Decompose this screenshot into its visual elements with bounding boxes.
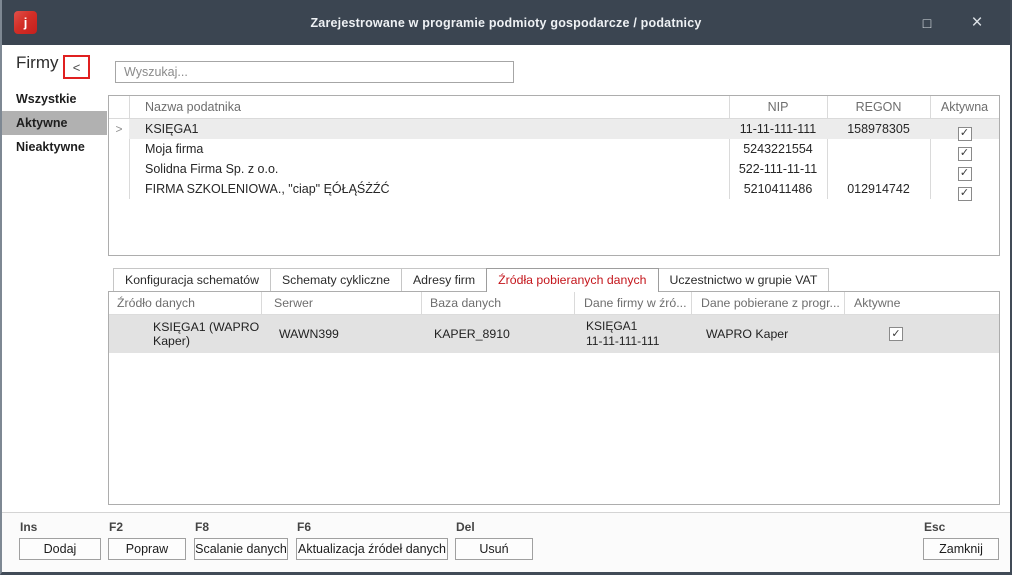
search-input[interactable] <box>115 61 514 83</box>
column-header-aktywne[interactable]: Aktywne <box>844 292 999 314</box>
cell-program: WAPRO Kaper <box>691 315 844 353</box>
app-window: j Zarejestrowane w programie podmioty go… <box>0 0 1012 575</box>
cell-company: KSIĘGA1 11-11-111-111 <box>574 315 691 353</box>
shortcut-label: Esc <box>924 520 999 534</box>
cell-database: KAPER_8910 <box>421 315 574 353</box>
zamknij-button[interactable]: Zamknij <box>923 538 999 560</box>
cell-aktywna: ✓ <box>930 179 999 199</box>
footer-group-zamknij: Esc Zamknij <box>923 520 999 560</box>
data-sources-table: Źródło danych Serwer Baza danych Dane fi… <box>108 291 1000 505</box>
cell-regon <box>827 159 930 179</box>
active-checkbox[interactable]: ✓ <box>889 327 903 341</box>
footer-group-scalanie: F8 Scalanie danych <box>194 520 288 560</box>
sidebar-item-wszystkie[interactable]: Wszystkie <box>0 87 107 111</box>
cell-name: FIRMA SZKOLENIOWA., "ciap" ĘÓŁĄŚŻŹĆ <box>129 179 729 199</box>
cell-nip: 5243221554 <box>729 139 827 159</box>
close-icon: × <box>971 12 982 34</box>
footer-group-dodaj: Ins Dodaj <box>19 520 101 560</box>
cell-regon: 158978305 <box>827 119 930 139</box>
column-header-aktywna[interactable]: Aktywna <box>930 96 999 118</box>
table-row[interactable]: KSIĘGA1 11-11-111-111 158978305 ✓ <box>129 119 999 139</box>
tab-schematy-cykliczne[interactable]: Schematy cykliczne <box>270 268 402 291</box>
column-header-dane-pobierane[interactable]: Dane pobierane z progr... <box>691 292 844 314</box>
tab-uczestnictwo-w-grupie-vat[interactable]: Uczestnictwo w grupie VAT <box>658 268 830 291</box>
popraw-button[interactable]: Popraw <box>108 538 186 560</box>
aktualizacja-zrodel-button[interactable]: Aktualizacja źródeł danych <box>296 538 448 560</box>
shortcut-label: Del <box>456 520 533 534</box>
table-row[interactable]: KSIĘGA1 (WAPRO Kaper) WAWN399 KAPER_8910… <box>109 315 999 353</box>
footer-group-aktualizacja: F6 Aktualizacja źródeł danych <box>296 520 448 560</box>
table-row[interactable]: Solidna Firma Sp. z o.o. 522-111-11-11 ✓ <box>129 159 999 179</box>
cell-regon <box>827 139 930 159</box>
titlebar: j Zarejestrowane w programie podmioty go… <box>0 0 1012 45</box>
cell-server: WAWN399 <box>261 315 421 353</box>
table-row[interactable]: Moja firma 5243221554 ✓ <box>129 139 999 159</box>
cell-name: Solidna Firma Sp. z o.o. <box>129 159 729 179</box>
footer-group-popraw: F2 Popraw <box>108 520 186 560</box>
shortcut-label: F2 <box>109 520 186 534</box>
tab-adresy-firm[interactable]: Adresy firm <box>401 268 487 291</box>
shortcut-label: Ins <box>20 520 101 534</box>
column-header-zrodlo-danych[interactable]: Źródło danych <box>109 292 261 314</box>
cell-source: KSIĘGA1 (WAPRO Kaper) <box>109 315 261 353</box>
cell-company-name: KSIĘGA1 <box>586 319 659 334</box>
window-controls: □ × <box>902 0 1002 45</box>
window-title: Zarejestrowane w programie podmioty gosp… <box>0 0 1012 45</box>
column-header-baza-danych[interactable]: Baza danych <box>421 292 574 314</box>
cell-company-nip: 11-11-111-111 <box>586 334 659 349</box>
shortcut-label: F8 <box>195 520 288 534</box>
tab-konfiguracja-schematow[interactable]: Konfiguracja schematów <box>113 268 271 291</box>
close-button[interactable]: × <box>952 0 1002 45</box>
maximize-button[interactable]: □ <box>902 0 952 45</box>
sidebar-item-nieaktywne[interactable]: Nieaktywne <box>0 135 107 159</box>
selected-row-indicator: > <box>109 119 129 139</box>
dodaj-button[interactable]: Dodaj <box>19 538 101 560</box>
maximize-icon: □ <box>923 15 931 31</box>
cell-aktywna: ✓ <box>930 159 999 179</box>
sidebar-item-aktywne[interactable]: Aktywne <box>0 111 107 135</box>
table-row[interactable]: FIRMA SZKOLENIOWA., "ciap" ĘÓŁĄŚŻŹĆ 5210… <box>129 179 999 199</box>
footer-group-usun: Del Usuń <box>455 520 533 560</box>
companies-table: Nazwa podatnika NIP REGON Aktywna > KSIĘ… <box>108 95 1000 256</box>
collapse-sidebar-button[interactable]: < <box>63 55 90 79</box>
column-header-regon[interactable]: REGON <box>827 96 930 118</box>
column-header-nip[interactable]: NIP <box>729 96 827 118</box>
column-header-nazwa-podatnika[interactable]: Nazwa podatnika <box>129 96 729 118</box>
cell-name: KSIĘGA1 <box>129 119 729 139</box>
cell-aktywne: ✓ <box>844 315 999 353</box>
cell-name: Moja firma <box>129 139 729 159</box>
sidebar-title: Firmy <box>16 53 58 73</box>
cell-nip: 5210411486 <box>729 179 827 199</box>
chevron-left-icon: < <box>73 60 81 75</box>
column-header-dane-firmy[interactable]: Dane firmy w źró... <box>574 292 691 314</box>
tab-zrodla-pobieranych-danych[interactable]: Źródła pobieranych danych <box>486 268 658 292</box>
detail-tabs: Konfiguracja schematów Schematy cykliczn… <box>113 268 829 292</box>
cell-nip: 11-11-111-111 <box>729 119 827 139</box>
scalanie-danych-button[interactable]: Scalanie danych <box>194 538 288 560</box>
cell-regon: 012914742 <box>827 179 930 199</box>
cell-aktywna: ✓ <box>930 139 999 159</box>
cell-nip: 522-111-11-11 <box>729 159 827 179</box>
usun-button[interactable]: Usuń <box>455 538 533 560</box>
cell-aktywna: ✓ <box>930 119 999 139</box>
shortcut-label: F6 <box>297 520 448 534</box>
column-header-serwer[interactable]: Serwer <box>261 292 421 314</box>
footer-toolbar: Ins Dodaj F2 Popraw F8 Scalanie danych F… <box>0 512 1012 575</box>
active-checkbox[interactable]: ✓ <box>958 187 972 201</box>
